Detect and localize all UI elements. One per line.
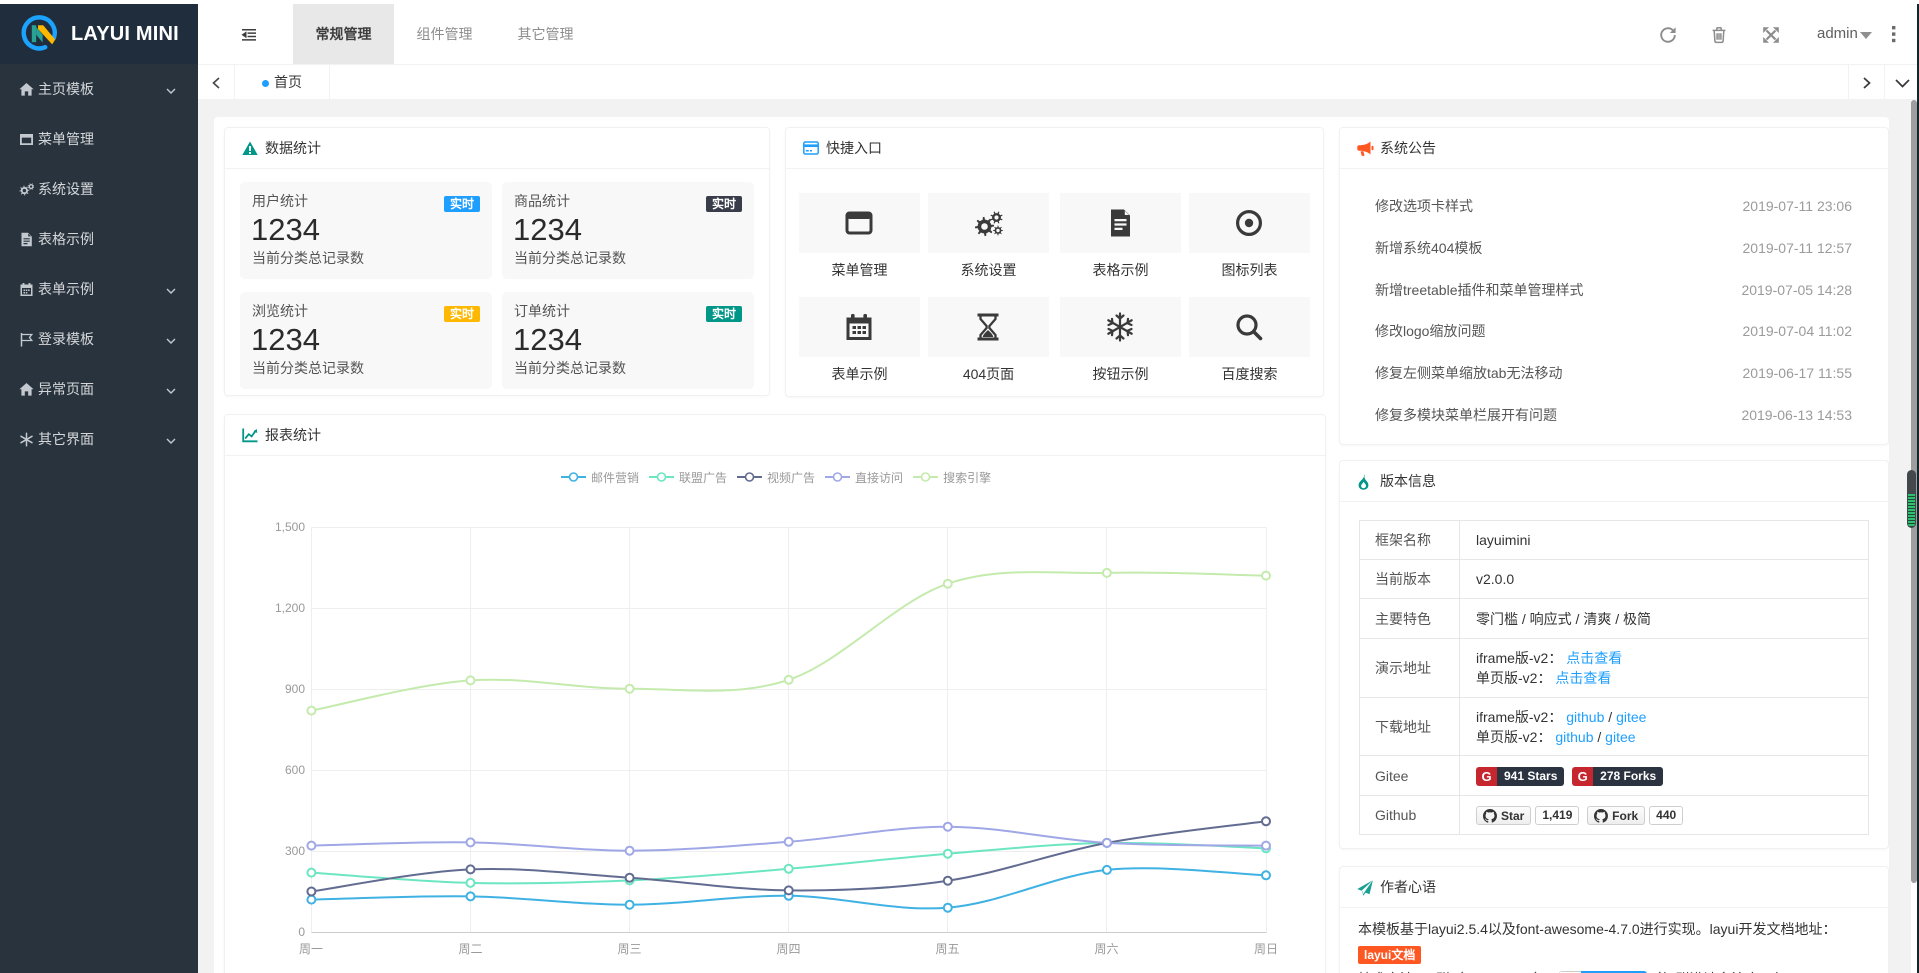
svg-text:1,200: 1,200 bbox=[275, 601, 305, 615]
svg-text:0: 0 bbox=[298, 925, 305, 939]
svg-text:600: 600 bbox=[285, 763, 305, 777]
svg-text:周四: 周四 bbox=[776, 942, 800, 956]
svg-text:300: 300 bbox=[285, 844, 305, 858]
svg-text:周六: 周六 bbox=[1094, 942, 1118, 956]
svg-text:周一: 周一 bbox=[299, 942, 323, 956]
svg-text:900: 900 bbox=[285, 682, 305, 696]
svg-text:周三: 周三 bbox=[617, 942, 641, 956]
svg-text:周五: 周五 bbox=[935, 942, 959, 956]
svg-text:周日: 周日 bbox=[1254, 942, 1278, 956]
svg-text:周二: 周二 bbox=[458, 942, 482, 956]
svg-text:1,500: 1,500 bbox=[275, 520, 305, 534]
